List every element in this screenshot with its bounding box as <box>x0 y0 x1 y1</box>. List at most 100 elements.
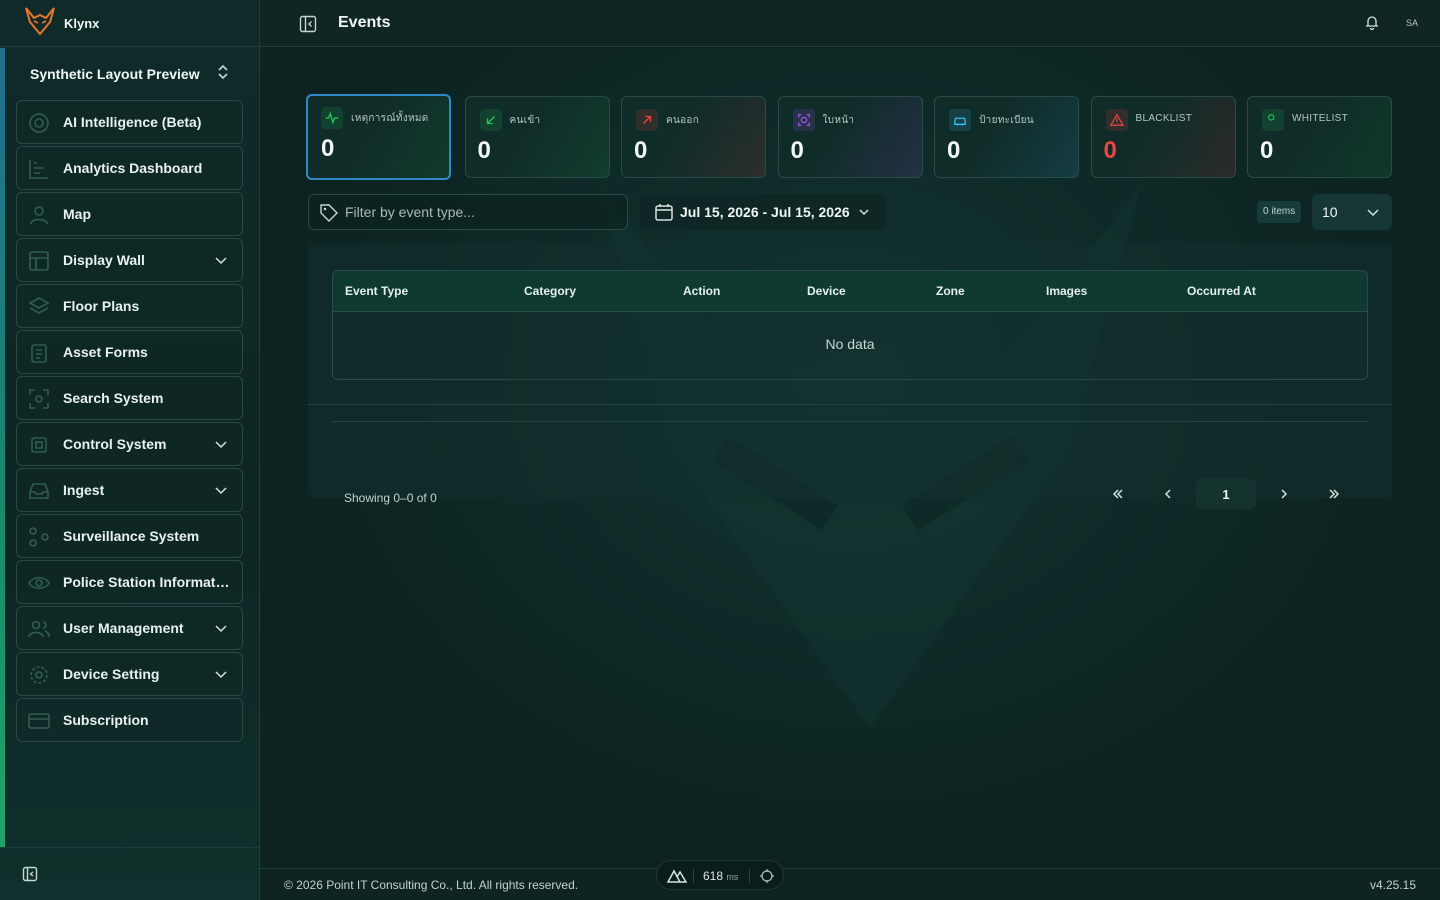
stat-value: 0 <box>1260 137 1274 164</box>
column-header[interactable]: Occurred At <box>1187 284 1256 298</box>
user-check-icon <box>1262 109 1284 131</box>
inbox-icon <box>29 483 49 499</box>
gear-icon <box>30 666 48 684</box>
sidebar-item-label: Control System <box>63 436 167 452</box>
stats-row: เหตุการณ์ทั้งหมด 0 คนเข้า 0 คนออก 0 ใบหน้า 0 ป้า… <box>306 94 1392 180</box>
chevron-down-icon <box>215 671 227 679</box>
stat-label: ป้ายทะเบียน <box>979 115 1034 126</box>
sidebar-footer <box>0 847 259 900</box>
date-range-picker[interactable]: Jul 15, 2026 - Jul 15, 2026 <box>640 194 886 230</box>
workspace-label: Synthetic Layout Preview <box>30 66 200 82</box>
nuxt-logo-icon <box>667 869 687 883</box>
stat-value: 0 <box>790 137 804 164</box>
chevron-right-icon <box>1281 489 1288 499</box>
first-page-button[interactable] <box>1103 479 1133 509</box>
sidebar-item-map[interactable]: Map <box>16 192 243 236</box>
sidebar: Klynx Synthetic Layout Preview AI Intell… <box>0 0 260 900</box>
sidebar-item-user-management[interactable]: User Management <box>16 606 243 650</box>
chart-icon <box>29 160 48 179</box>
sidebar-item-display-wall[interactable]: Display Wall <box>16 238 243 282</box>
sidebar-item-label: Display Wall <box>63 252 145 268</box>
stat-card-1[interactable]: คนเข้า 0 <box>464 96 610 178</box>
event-type-input[interactable] <box>345 204 615 220</box>
sidebar-item-police-station-informati[interactable]: Police Station Informati... <box>16 560 243 604</box>
warning-icon <box>1105 109 1128 131</box>
user-pin-icon <box>30 206 48 225</box>
date-range-label: Jul 15, 2026 - Jul 15, 2026 <box>680 204 850 220</box>
sidebar-item-label: Subscription <box>63 712 149 728</box>
card-icon <box>28 713 50 729</box>
workspace-switcher[interactable]: Synthetic Layout Preview <box>16 56 244 92</box>
crosshair-icon <box>760 869 774 883</box>
perf-widget[interactable]: 618 ms <box>656 860 784 890</box>
sidebar-item-ai-intelligence-beta[interactable]: AI Intelligence (Beta) <box>16 100 243 144</box>
prev-page-button[interactable] <box>1153 479 1183 509</box>
sidebar-item-label: Analytics Dashboard <box>63 160 203 176</box>
sidebar-collapse-icon[interactable] <box>22 866 40 884</box>
chevrons-up-down-icon <box>216 63 230 86</box>
column-header[interactable]: Zone <box>936 284 965 298</box>
sidebar-item-label: Asset Forms <box>63 344 148 360</box>
sidebar-item-label: Ingest <box>63 482 105 498</box>
sidebar-item-label: User Management <box>63 620 184 636</box>
chevron-down-icon <box>1367 209 1379 217</box>
items-count-badge: 0 items <box>1257 201 1302 223</box>
stat-value: 0 <box>1103 137 1117 164</box>
sidebar-item-asset-forms[interactable]: Asset Forms <box>16 330 243 374</box>
column-header[interactable]: Images <box>1046 284 1087 298</box>
fox-logo-icon <box>24 6 56 41</box>
chevrons-right-icon <box>1329 489 1340 499</box>
sidebar-item-surveillance-system[interactable]: Surveillance System <box>16 514 243 558</box>
perf-number: 618 <box>703 869 724 883</box>
page-size-select[interactable]: 10 <box>1312 194 1392 230</box>
sidebar-item-search-system[interactable]: Search System <box>16 376 243 420</box>
chevrons-left-icon <box>1112 489 1123 499</box>
sidebar-item-ingest[interactable]: Ingest <box>16 468 243 512</box>
sidebar-accent-bar <box>0 48 5 848</box>
column-header[interactable]: Device <box>807 284 846 298</box>
arrow-up-right-icon <box>636 109 658 131</box>
column-header[interactable]: Event Type <box>345 284 408 298</box>
calendar-icon <box>655 204 673 221</box>
page-size-value: 10 <box>1322 204 1338 220</box>
stat-card-0[interactable]: เหตุการณ์ทั้งหมด 0 <box>306 94 451 180</box>
chevron-down-icon <box>215 441 227 449</box>
events-table-card: Event Type Category Action Device Zone Images… <box>308 244 1392 509</box>
next-page-button[interactable] <box>1269 479 1299 509</box>
perf-value: 618 ms <box>703 869 738 883</box>
sidebar-item-label: Surveillance System <box>63 528 200 544</box>
scan-icon <box>29 389 49 409</box>
last-page-button[interactable] <box>1319 479 1349 509</box>
arrow-down-left-icon <box>479 109 502 131</box>
sidebar-item-analytics-dashboard[interactable]: Analytics Dashboard <box>16 146 243 190</box>
current-page-button[interactable]: 1 <box>1196 479 1256 509</box>
sidebar-item-control-system[interactable]: Control System <box>16 422 243 466</box>
sidebar-item-floor-plans[interactable]: Floor Plans <box>16 284 243 328</box>
events-table: Event Type Category Action Device Zone Images… <box>332 270 1368 380</box>
stat-card-3[interactable]: ใบหน้า 0 <box>777 96 923 178</box>
panel-toggle-icon[interactable] <box>296 12 320 36</box>
sidebar-item-device-setting[interactable]: Device Setting <box>16 652 243 696</box>
stat-card-5[interactable]: BLACKLIST 0 <box>1090 96 1236 178</box>
stat-card-6[interactable]: WHITELIST 0 <box>1247 96 1392 178</box>
bell-icon[interactable] <box>1364 14 1382 32</box>
eye-icon <box>28 576 50 590</box>
event-type-filter[interactable] <box>308 194 628 230</box>
sidebar-item-label: Search System <box>63 390 164 406</box>
column-header[interactable]: Action <box>683 284 720 298</box>
topbar: Events SA <box>260 0 1440 47</box>
divider <box>308 404 1392 405</box>
car-icon <box>949 109 971 131</box>
stat-card-4[interactable]: ป้ายทะเบียน 0 <box>934 96 1079 178</box>
clipboard-icon <box>31 344 47 363</box>
avatar[interactable]: SA <box>1402 14 1422 32</box>
column-header[interactable]: Category <box>524 284 576 298</box>
stat-label: คนออก <box>666 115 700 126</box>
stat-value: 0 <box>477 137 491 164</box>
brand[interactable]: Klynx <box>0 0 259 47</box>
table-header: Event Type Category Action Device Zone Images… <box>333 271 1367 312</box>
stat-value: 0 <box>321 135 335 162</box>
stat-card-2[interactable]: คนออก 0 <box>621 96 766 178</box>
sidebar-item-subscription[interactable]: Subscription <box>16 698 243 742</box>
divider <box>693 869 694 883</box>
